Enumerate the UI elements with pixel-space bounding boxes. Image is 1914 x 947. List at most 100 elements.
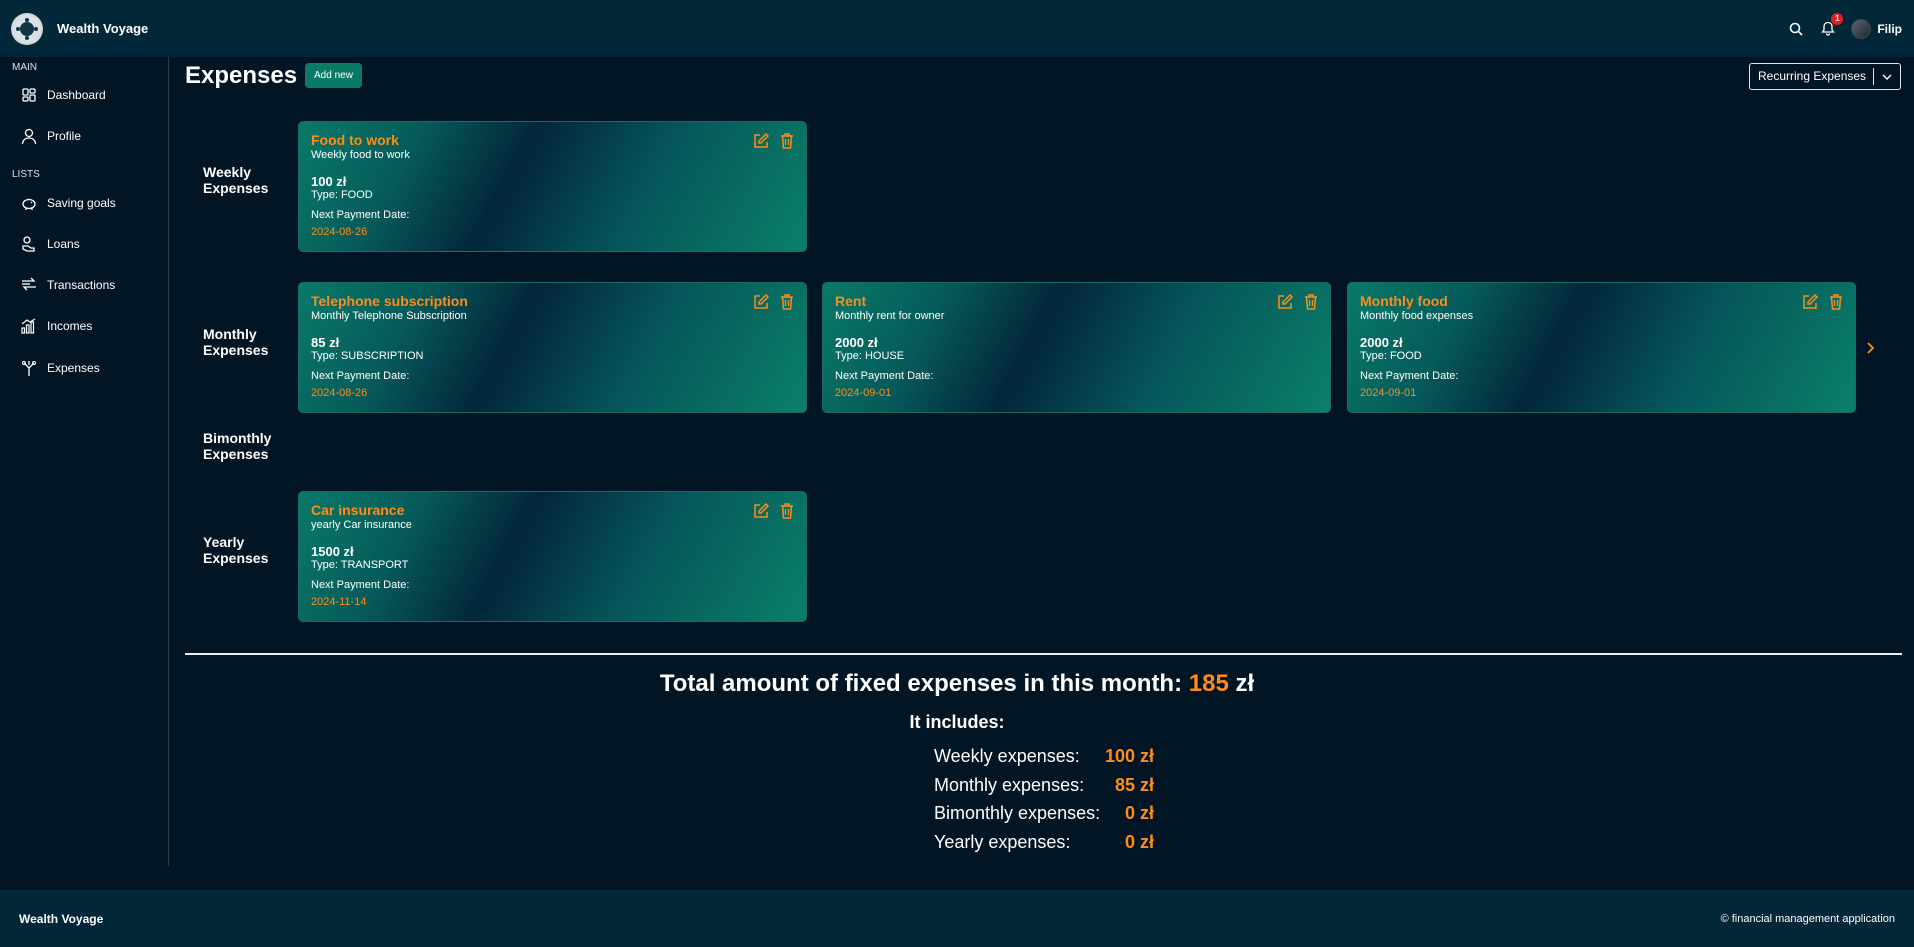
- total-currency: zł: [1235, 670, 1255, 697]
- next-payment-date: 2024-11-14: [311, 596, 367, 608]
- expense-title: Monthly food: [1360, 293, 1448, 309]
- chart-up-icon: [21, 318, 36, 334]
- expense-amount: 2000 zł: [835, 335, 878, 350]
- avatar: [1851, 18, 1872, 39]
- trash-icon[interactable]: [779, 502, 797, 520]
- next-payment-date: 2024-09-01: [1360, 387, 1417, 399]
- search-icon[interactable]: [1787, 20, 1805, 38]
- edit-icon[interactable]: [1801, 293, 1819, 311]
- expense-title: Food to work: [311, 132, 399, 148]
- expense-type: Type: FOOD: [1360, 350, 1422, 362]
- footer-brand: Wealth Voyage: [19, 911, 104, 926]
- sidebar-item-saving-goals[interactable]: Saving goals: [20, 190, 116, 216]
- user-name: Filip: [1877, 21, 1902, 36]
- next-payment-label: Next Payment Date:: [311, 209, 410, 221]
- expense-card[interactable]: Food to work Weekly food to work 100 zł …: [298, 121, 807, 252]
- expense-card[interactable]: Monthly food Monthly food expenses 2000 …: [1347, 282, 1856, 413]
- sidebar-section-lists: LISTS: [12, 169, 40, 180]
- top-bar: Wealth Voyage 1 Filip: [0, 0, 1914, 57]
- expense-type: Type: SUBSCRIPTION: [311, 350, 424, 362]
- expense-amount: 85 zł: [311, 335, 340, 350]
- piggy-bank-icon: [22, 198, 36, 210]
- user-icon: [21, 128, 37, 145]
- edit-icon[interactable]: [752, 293, 770, 311]
- edit-icon[interactable]: [1276, 293, 1294, 311]
- breakdown-value: 0 zł: [1124, 831, 1154, 852]
- total-label: Total amount of fixed expenses in this m…: [659, 670, 1183, 697]
- app-brand[interactable]: Wealth Voyage: [57, 21, 148, 36]
- dashboard-icon: [22, 88, 36, 102]
- expense-description: Weekly food to work: [311, 149, 410, 161]
- breakdown-row: Bimonthly expenses: 0 zł: [934, 803, 1154, 832]
- card-actions: [752, 132, 797, 150]
- expense-card[interactable]: Telephone subscription Monthly Telephone…: [298, 282, 807, 413]
- sidebar-item-dashboard[interactable]: Dashboard: [20, 82, 106, 108]
- breakdown-value: 85 zł: [1114, 774, 1154, 795]
- card-actions: [752, 293, 797, 311]
- expense-title: Car insurance: [311, 502, 405, 518]
- edit-icon[interactable]: [752, 132, 770, 150]
- total-fixed-expenses: Total amount of fixed expenses in this m…: [0, 670, 1914, 698]
- trash-icon[interactable]: [779, 293, 797, 311]
- breakdown-row: Weekly expenses: 100 zł: [934, 746, 1154, 775]
- expense-description: yearly Car insurance: [311, 519, 412, 531]
- user-menu[interactable]: Filip: [1851, 18, 1902, 39]
- footer-copyright: © financial management application: [1720, 912, 1895, 925]
- expense-card[interactable]: Car insurance yearly Car insurance 1500 …: [298, 491, 807, 622]
- next-payment-label: Next Payment Date:: [1360, 370, 1459, 382]
- trash-icon[interactable]: [1303, 293, 1321, 311]
- sidebar-item-label: Expenses: [47, 361, 100, 375]
- next-payment-label: Next Payment Date:: [835, 370, 934, 382]
- card-actions: [1276, 293, 1321, 311]
- trash-icon[interactable]: [1828, 293, 1846, 311]
- card-actions: [752, 502, 797, 520]
- globe-logo-icon: [13, 14, 41, 43]
- edit-icon[interactable]: [752, 502, 770, 520]
- expense-type: Type: HOUSE: [835, 350, 905, 362]
- sidebar-item-loans[interactable]: Loans: [20, 231, 80, 257]
- next-payment-date: 2024-09-01: [835, 387, 892, 399]
- expense-card[interactable]: Rent Monthly rent for owner 2000 zł Type…: [822, 282, 1331, 413]
- sidebar-section-main: MAIN: [12, 62, 37, 73]
- breakdown-row: Yearly expenses: 0 zł: [934, 832, 1154, 861]
- breakdown-label: Bimonthly expenses:: [934, 803, 1101, 823]
- row-label-yearly: Yearly Expenses: [203, 534, 269, 566]
- breakdown-label: Yearly expenses:: [934, 831, 1071, 852]
- next-payment-date: 2024-08-26: [311, 226, 368, 238]
- divider: [185, 653, 1902, 655]
- expense-title: Telephone subscription: [311, 293, 468, 309]
- breakdown-label: Monthly expenses:: [934, 774, 1085, 795]
- top-right-actions: 1 Filip: [1787, 0, 1902, 57]
- row-label-bimonthly: Bimonthly Expenses: [203, 430, 272, 462]
- expense-type: Type: TRANSPORT: [311, 559, 409, 571]
- total-value: 185: [1188, 670, 1229, 697]
- expense-amount: 100 zł: [311, 174, 347, 189]
- sidebar-item-incomes[interactable]: Incomes: [20, 313, 92, 339]
- expenses-icon: [22, 361, 36, 376]
- footer: Wealth Voyage © financial management app…: [0, 890, 1914, 947]
- sidebar-item-expenses[interactable]: Expenses: [20, 355, 100, 381]
- transfer-icon: [22, 277, 36, 291]
- expense-breakdown: Weekly expenses: 100 zł Monthly expenses…: [934, 746, 1154, 860]
- expense-title: Rent: [835, 293, 867, 309]
- add-new-button[interactable]: Add new: [305, 63, 362, 88]
- money-hand-icon: [22, 236, 35, 252]
- expense-description: Monthly food expenses: [1360, 310, 1474, 322]
- page-title: Expenses: [185, 62, 298, 89]
- sidebar-item-transactions[interactable]: Transactions: [20, 272, 115, 298]
- sidebar-item-label: Loans: [47, 237, 80, 251]
- expense-amount: 2000 zł: [1360, 335, 1403, 350]
- expense-type: Type: FOOD: [311, 189, 373, 201]
- app-logo[interactable]: [11, 12, 43, 45]
- next-payment-label: Next Payment Date:: [311, 579, 410, 591]
- sidebar-item-profile[interactable]: Profile: [20, 123, 81, 149]
- notification-bell-icon[interactable]: 1: [1819, 12, 1844, 38]
- trash-icon[interactable]: [779, 132, 797, 150]
- card-actions: [1801, 293, 1846, 311]
- row-label-weekly: Weekly Expenses: [203, 164, 269, 196]
- expense-filter-select[interactable]: Recurring Expenses: [1749, 63, 1901, 90]
- notification-badge: 1: [1831, 12, 1844, 25]
- includes-heading: It includes:: [909, 712, 1005, 732]
- chevron-down-icon: [1874, 74, 1900, 80]
- chevron-right-icon[interactable]: [1864, 338, 1878, 358]
